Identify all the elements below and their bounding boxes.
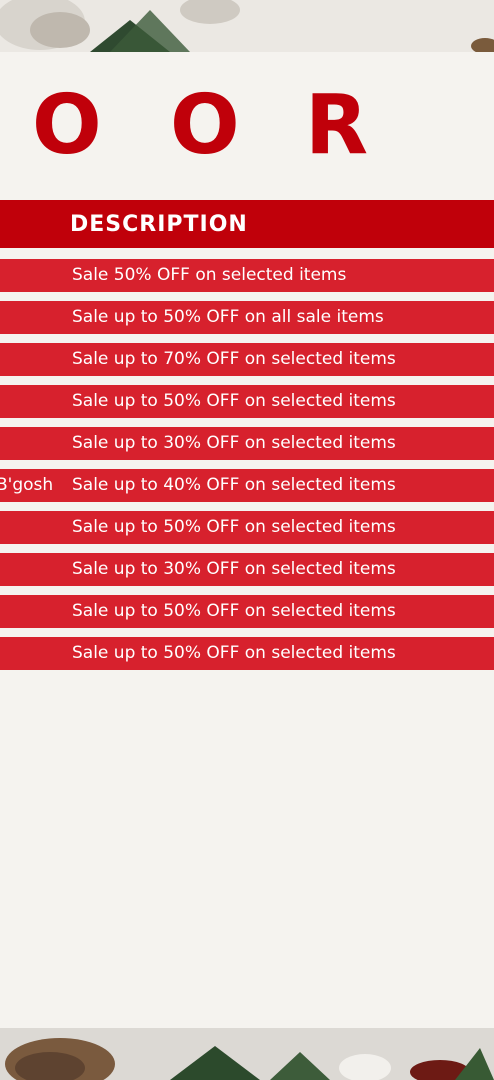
table-row: Sale up to 50% OFF on selected items bbox=[0, 637, 494, 670]
description-column-header: DESCRIPTION bbox=[70, 212, 248, 237]
table-row: Sale up to 70% OFF on selected items bbox=[0, 343, 494, 376]
description-cell: Sale up to 50% OFF on all sale items bbox=[72, 307, 384, 327]
description-cell: Sale up to 50% OFF on selected items bbox=[72, 391, 396, 411]
brand-cell: B'gosh bbox=[0, 475, 54, 495]
pinecone-holly-illustration bbox=[0, 1028, 494, 1080]
description-cell: Sale up to 50% OFF on selected items bbox=[72, 601, 396, 621]
table-row: Sale up to 30% OFF on selected items bbox=[0, 553, 494, 586]
table-row: Sale up to 30% OFF on selected items bbox=[0, 427, 494, 460]
title-letter: R bbox=[305, 78, 369, 173]
description-cell: Sale up to 30% OFF on selected items bbox=[72, 559, 396, 579]
title-letter: O bbox=[170, 78, 240, 173]
holiday-decor-top-image bbox=[0, 0, 494, 52]
description-cell: Sale up to 50% OFF on selected items bbox=[72, 517, 396, 537]
table-row: Sale up to 50% OFF on selected items bbox=[0, 385, 494, 418]
pinecone-greenery-illustration bbox=[0, 0, 494, 52]
description-cell: Sale up to 40% OFF on selected items bbox=[72, 475, 396, 495]
holiday-decor-bottom-image bbox=[0, 1028, 494, 1080]
table-row: B'gosh Sale up to 40% OFF on selected it… bbox=[0, 469, 494, 502]
description-cell: Sale up to 50% OFF on selected items bbox=[72, 643, 396, 663]
table-row: Sale 50% OFF on selected items bbox=[0, 259, 494, 292]
table-row: Sale up to 50% OFF on all sale items bbox=[0, 301, 494, 334]
table-row: Sale up to 50% OFF on selected items bbox=[0, 595, 494, 628]
table-row: Sale up to 50% OFF on selected items bbox=[0, 511, 494, 544]
page-title: O O R bbox=[0, 76, 494, 176]
description-cell: Sale up to 30% OFF on selected items bbox=[72, 433, 396, 453]
title-letter: O bbox=[32, 78, 102, 173]
description-cell: Sale up to 70% OFF on selected items bbox=[72, 349, 396, 369]
description-cell: Sale 50% OFF on selected items bbox=[72, 265, 347, 285]
table-header: DESCRIPTION bbox=[0, 200, 494, 248]
